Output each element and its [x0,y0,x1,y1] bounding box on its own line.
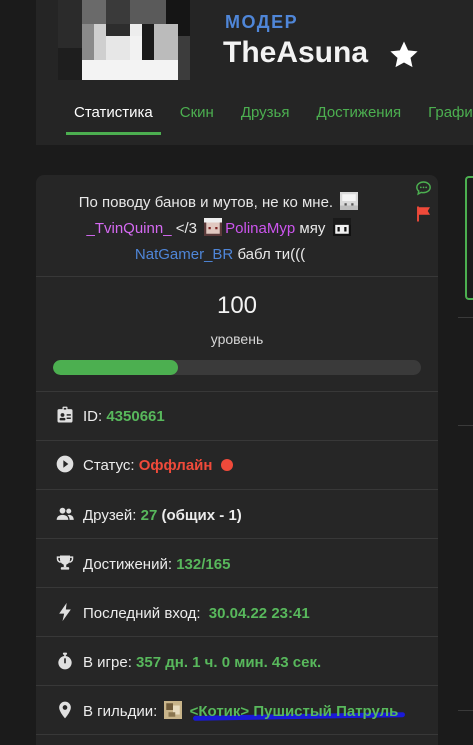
guild-link[interactable]: <Котик> Пушистый Патруль [190,703,399,720]
divider [36,734,438,735]
stat-label: Статус: [83,457,135,474]
trophy-icon [56,555,74,570]
guild-emblem-icon [164,701,183,719]
stat-friends: Друзей: 27 (общих - 1) [55,504,242,524]
user-link[interactable]: _TvinQuinn_ [86,220,171,237]
stat-value: 132/165 [176,556,231,573]
divider [36,391,438,392]
divider [36,440,438,441]
status-value: Оффлайн [138,457,213,474]
friends-count[interactable]: 27 [141,507,158,524]
stat-guild: В гильдии: <Котик> Пушистый Патруль [55,700,398,720]
player-head-icon [340,192,359,210]
player-head-icon [204,218,223,236]
divider [36,489,438,490]
divider [36,685,438,686]
stopwatch-icon [58,652,72,670]
stat-label: В игре: [83,654,132,671]
tab-statistics[interactable]: Статистика [66,102,161,135]
user-link[interactable]: NatGamer_BR [135,246,233,263]
stat-last-login: Последний вход: 30.04.22 23:41 [55,602,310,622]
role-label: МОДЕР [225,12,299,32]
status-text: По поводу банов и мутов, не ко мне. [78,194,334,211]
divider [36,587,438,588]
comment-icon[interactable] [415,180,432,196]
divider [458,317,473,318]
id-card-icon [57,406,73,423]
level-label: уровень [210,331,264,347]
stat-status: Статус: Оффлайн [55,454,233,474]
location-pin-icon [59,701,71,719]
stat-label: Последний вход: [83,605,201,622]
tab-achievements[interactable]: Достижения [309,102,410,133]
level-progress-bar [53,360,421,375]
level-progress-fill [53,360,179,375]
tab-skin[interactable]: Скин [172,102,222,133]
stat-playtime: В игре: 357 дн. 1 ч. 0 мин. 43 сек. [55,651,321,671]
profile-tabs: Статистика Скин Друзья Достижения Графики [66,102,473,144]
level-value: 100 [216,292,258,319]
stat-achievements: Достижений: 132/165 [55,553,230,573]
star-icon [390,41,418,68]
user-link[interactable]: PolinaMyp [225,220,295,237]
status-text: мяу [299,220,326,237]
users-icon [56,507,74,520]
offline-dot-icon [220,459,233,471]
stat-value: 4350661 [106,408,165,425]
status-message: По поводу банов и мутов, не ко мне. _Tvi… [50,190,390,268]
stat-label: В гильдии: [83,703,158,720]
tab-friends[interactable]: Друзья [233,102,298,133]
stat-id: ID: 4350661 [55,405,165,425]
friends-common: (общих - 1) [161,507,242,524]
tab-charts[interactable]: Графики [420,102,473,133]
status-text: бабл ти((( [237,246,306,263]
play-circle-icon [56,455,74,473]
divider [36,636,438,637]
lightning-icon [59,602,71,622]
divider [36,276,438,277]
profile-header: МОДЕР TheAsuna Статистика Скин Друзья Дости… [0,0,473,145]
divider [36,538,438,539]
divider [458,425,473,426]
status-text: </3 [175,220,197,237]
stat-label: Друзей: [83,507,137,524]
divider [458,710,473,711]
stat-value: 30.04.22 23:41 [208,605,310,622]
flag-icon[interactable] [415,205,433,223]
avatar [58,0,190,80]
player-head-icon [332,218,351,236]
stat-label: ID: [83,408,103,425]
stat-value: 357 дн. 1 ч. 0 мин. 43 сек. [136,654,322,671]
stat-label: Достижений: [83,556,173,573]
side-panel-edge [465,176,473,300]
nickname: TheAsuna [223,36,369,69]
